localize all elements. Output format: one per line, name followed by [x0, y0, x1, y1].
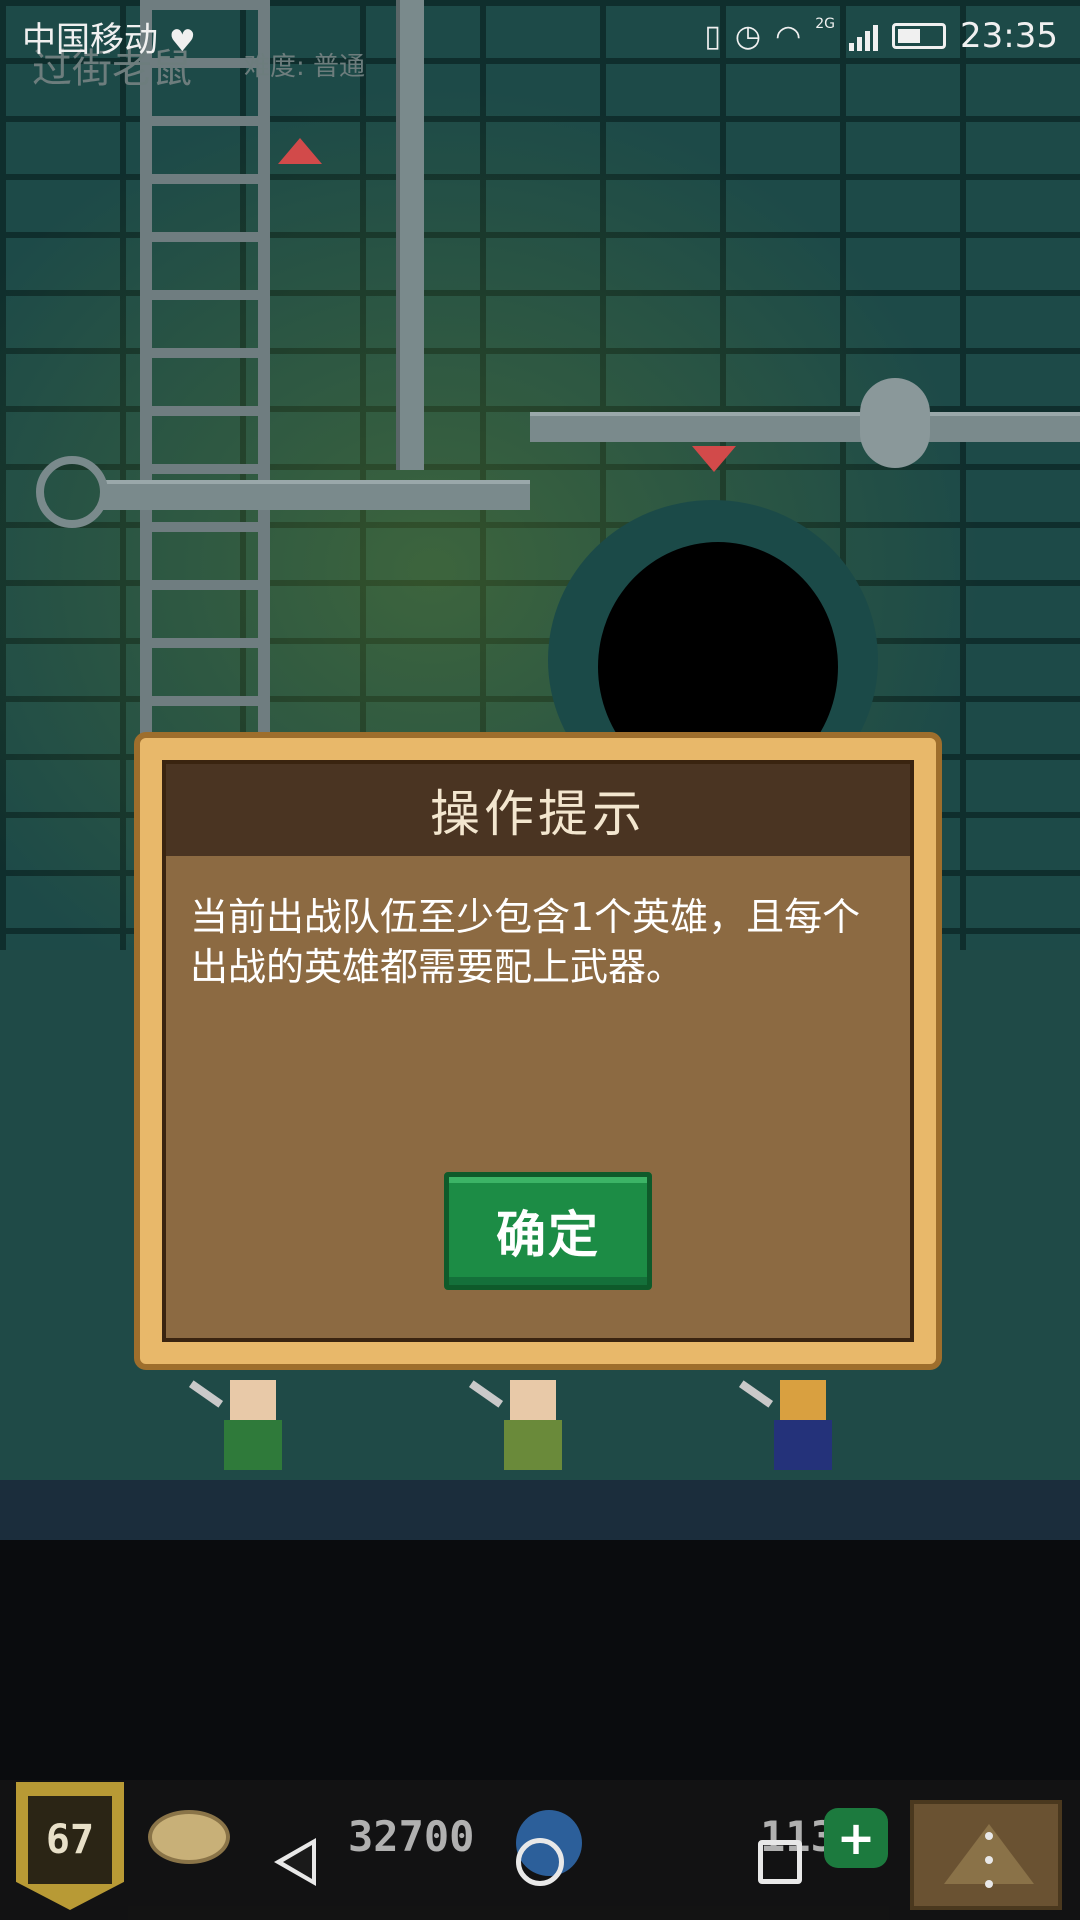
confirm-button-label: 确定	[496, 1206, 600, 1264]
status-right: ▯ ◷ ◠ 2G 23:35	[704, 16, 1058, 56]
add-gems-button[interactable]: +	[824, 1808, 888, 1868]
clock-time: 23:35	[960, 16, 1058, 56]
tip-dialog: 操作提示 当前出战队伍至少包含1个英雄，且每个出战的英雄都需要配上武器。 确定	[134, 732, 942, 1370]
hero-body	[774, 1420, 832, 1470]
hero-mage[interactable]	[738, 1380, 838, 1476]
nav-back-icon-inner	[283, 1845, 312, 1879]
hero-head	[230, 1380, 276, 1420]
nav-menu-icon[interactable]	[985, 1832, 993, 1888]
hero-body	[504, 1420, 562, 1470]
dialog-header: 操作提示	[166, 764, 910, 856]
horizontal-pipe-left	[100, 480, 530, 510]
carrier-name: 中国移动	[22, 19, 158, 60]
player-level: 67	[28, 1796, 112, 1884]
hero-warrior[interactable]	[188, 1380, 288, 1476]
status-left: 中国移动 ♥	[22, 12, 196, 61]
gold-count: 32700	[348, 1812, 475, 1861]
hero-ranger[interactable]	[468, 1380, 568, 1476]
valve-wheel-icon	[36, 456, 108, 528]
nav-recent-apps-icon[interactable]	[758, 1840, 802, 1884]
arrow-up-icon	[278, 138, 322, 164]
nav-home-icon[interactable]	[516, 1838, 564, 1886]
status-bar: 中国移动 ♥ ▯ ◷ ◠ 2G 23:35	[0, 0, 1080, 72]
heart-icon: ♥	[168, 23, 196, 59]
hero-body	[224, 1420, 282, 1470]
pipe-valve	[860, 378, 930, 468]
alarm-icon: ◷	[734, 18, 762, 54]
dialog-title: 操作提示	[430, 785, 646, 843]
dialog-panel: 操作提示 当前出战队伍至少包含1个英雄，且每个出战的英雄都需要配上武器。 确定	[162, 760, 914, 1342]
gold-coin-icon	[148, 1810, 230, 1864]
horizontal-pipe-right	[530, 412, 1080, 442]
signal-icon	[849, 21, 879, 51]
arrow-down-icon	[692, 446, 736, 472]
confirm-button[interactable]: 确定	[444, 1172, 652, 1290]
ladder	[140, 0, 270, 760]
dialog-message: 当前出战队伍至少包含1个英雄，且每个出战的英雄都需要配上武器。	[190, 895, 861, 989]
hero-head	[780, 1380, 826, 1420]
vibrate-icon: ▯	[704, 18, 721, 54]
hero-head	[510, 1380, 556, 1420]
floor-edge	[0, 1480, 1080, 1540]
battery-icon	[892, 23, 947, 49]
wifi-icon: ◠	[775, 18, 802, 54]
network-type: 2G	[815, 16, 836, 32]
